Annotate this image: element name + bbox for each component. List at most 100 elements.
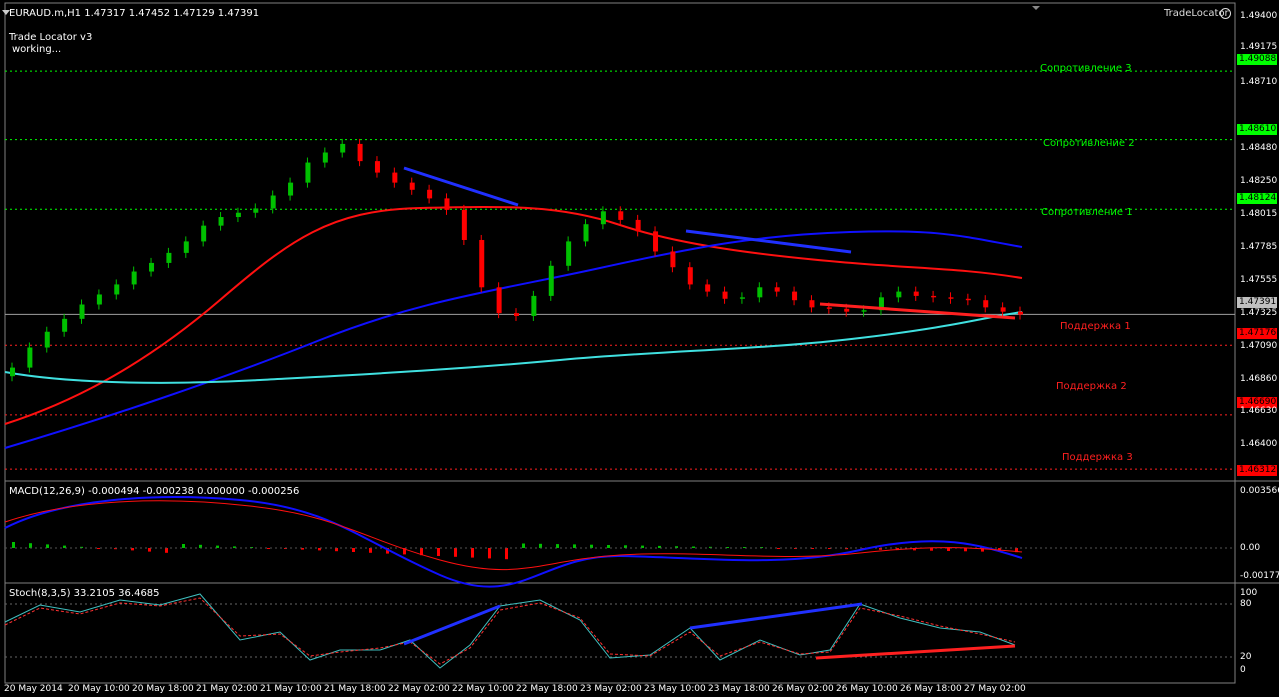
- macd-bar: [97, 548, 100, 549]
- candle-body: [479, 239, 485, 288]
- price-tick: 1.48250: [1240, 176, 1278, 186]
- clock-icon[interactable]: [1220, 8, 1231, 19]
- candle-body: [131, 271, 137, 285]
- candle-body: [983, 300, 989, 308]
- candle-body: [1000, 307, 1006, 312]
- time-tick: 20 May 10:00: [68, 684, 130, 694]
- time-tick: 21 May 10:00: [260, 684, 322, 694]
- support-1-label: Поддержка 1: [1060, 321, 1131, 332]
- resistance-2-label: Сопротивление 2: [1043, 138, 1135, 149]
- macd-bar: [369, 548, 372, 553]
- time-tick: 26 May 10:00: [836, 684, 898, 694]
- resistance-2-price-tag: 1.48610: [1237, 124, 1277, 135]
- candle-body: [357, 143, 363, 162]
- macd-bar: [777, 548, 780, 549]
- trend-line: [403, 166, 519, 207]
- current-price-tag: 1.47391: [1237, 297, 1277, 308]
- support-2-label: Поддержка 2: [1056, 381, 1127, 392]
- time-tick: 23 May 10:00: [644, 684, 706, 694]
- indicator-status: working...: [12, 44, 62, 55]
- support-3-price-tag: 1.46312: [1237, 465, 1277, 476]
- price-tick: 1.46400: [1240, 439, 1278, 449]
- price-tick: 1.46630: [1240, 406, 1278, 416]
- price-tick: 1.47325: [1240, 308, 1278, 318]
- macd-bar: [505, 548, 508, 560]
- macd-bar: [522, 543, 525, 548]
- candle-body: [201, 225, 207, 242]
- candle-body: [253, 208, 259, 213]
- candle-body: [913, 291, 919, 296]
- price-tick: 1.47090: [1240, 341, 1278, 351]
- macd-bar: [947, 548, 950, 551]
- candle-body: [548, 265, 554, 296]
- macd-bar: [539, 543, 542, 548]
- candle-body: [27, 347, 33, 368]
- indicator-name: Trade Locator v3: [9, 32, 93, 43]
- candle-body: [44, 331, 50, 348]
- macd-bar: [12, 542, 15, 548]
- time-tick: 21 May 18:00: [324, 684, 386, 694]
- chart-title: EURAUD.m,H1 1.47317 1.47452 1.47129 1.47…: [9, 8, 260, 19]
- time-tick: 23 May 02:00: [580, 684, 642, 694]
- time-tick: 26 May 18:00: [900, 684, 962, 694]
- stoch-tick: 80: [1240, 599, 1252, 609]
- price-tick: 1.48710: [1240, 77, 1278, 87]
- support-3-label: Поддержка 3: [1062, 452, 1133, 463]
- macd-bar: [471, 548, 474, 558]
- tradelocator-label: TradeLocator: [1164, 8, 1229, 19]
- time-tick: 22 May 02:00: [388, 684, 450, 694]
- candle-body: [826, 307, 832, 309]
- chart-frame: [4, 2, 1279, 684]
- pivot-levels: [5, 70, 1235, 470]
- shift-marker: [1032, 6, 1040, 10]
- candle-body: [166, 252, 172, 263]
- candle-body: [566, 241, 572, 266]
- stoch-tick: 20: [1240, 652, 1252, 662]
- chart-canvas[interactable]: [0, 0, 1279, 697]
- candle-body: [896, 291, 902, 298]
- time-tick: 22 May 10:00: [452, 684, 514, 694]
- candle-body: [670, 251, 676, 268]
- candle-body: [739, 297, 745, 299]
- candle-body: [1018, 311, 1023, 315]
- macd-bar: [148, 548, 151, 552]
- ma-red-line: [4, 205, 1023, 425]
- macd-bar: [29, 543, 32, 548]
- candle-body: [409, 182, 415, 190]
- candle-body: [305, 162, 311, 183]
- candle-body: [531, 295, 537, 316]
- price-tick: 1.48015: [1240, 209, 1278, 219]
- macd-signal-line: [4, 500, 1023, 571]
- time-tick: 27 May 02:00: [964, 684, 1026, 694]
- stoch-tick: 0: [1240, 665, 1246, 675]
- candle-body: [114, 284, 120, 295]
- candle-body: [948, 297, 954, 299]
- time-tick: 20 May 18:00: [132, 684, 194, 694]
- time-tick: 23 May 18:00: [708, 684, 770, 694]
- resistance-1-price-tag: 1.48124: [1237, 193, 1277, 204]
- price-tick: 1.49175: [1240, 42, 1278, 52]
- candle-body: [79, 304, 85, 319]
- time-tick: 26 May 02:00: [772, 684, 834, 694]
- resistance-3-label: Сопротивление 3: [1040, 63, 1132, 74]
- price-tick: 1.47785: [1240, 242, 1278, 252]
- macd-tick: 0.00: [1240, 543, 1261, 553]
- candle-body: [322, 152, 328, 163]
- stoch-tick: 100: [1240, 588, 1258, 598]
- price-tick: 1.49400: [1240, 11, 1278, 21]
- macd-bar: [182, 544, 185, 548]
- macd-bar: [46, 544, 49, 548]
- candle-body: [461, 209, 467, 240]
- macd-bar: [607, 545, 610, 548]
- stoch-label: Stoch(8,3,5) 33.2105 36.4685: [9, 588, 160, 599]
- macd-panel: [4, 496, 1235, 588]
- macd-bar: [437, 548, 440, 556]
- trend-lines: [403, 166, 1016, 320]
- candle-body: [965, 298, 971, 301]
- candle-body: [96, 294, 102, 305]
- candle-body: [618, 211, 624, 220]
- candle-body: [392, 172, 398, 183]
- macd-bar: [692, 546, 695, 548]
- candle-body: [514, 313, 519, 316]
- price-tick: 1.47555: [1240, 275, 1278, 285]
